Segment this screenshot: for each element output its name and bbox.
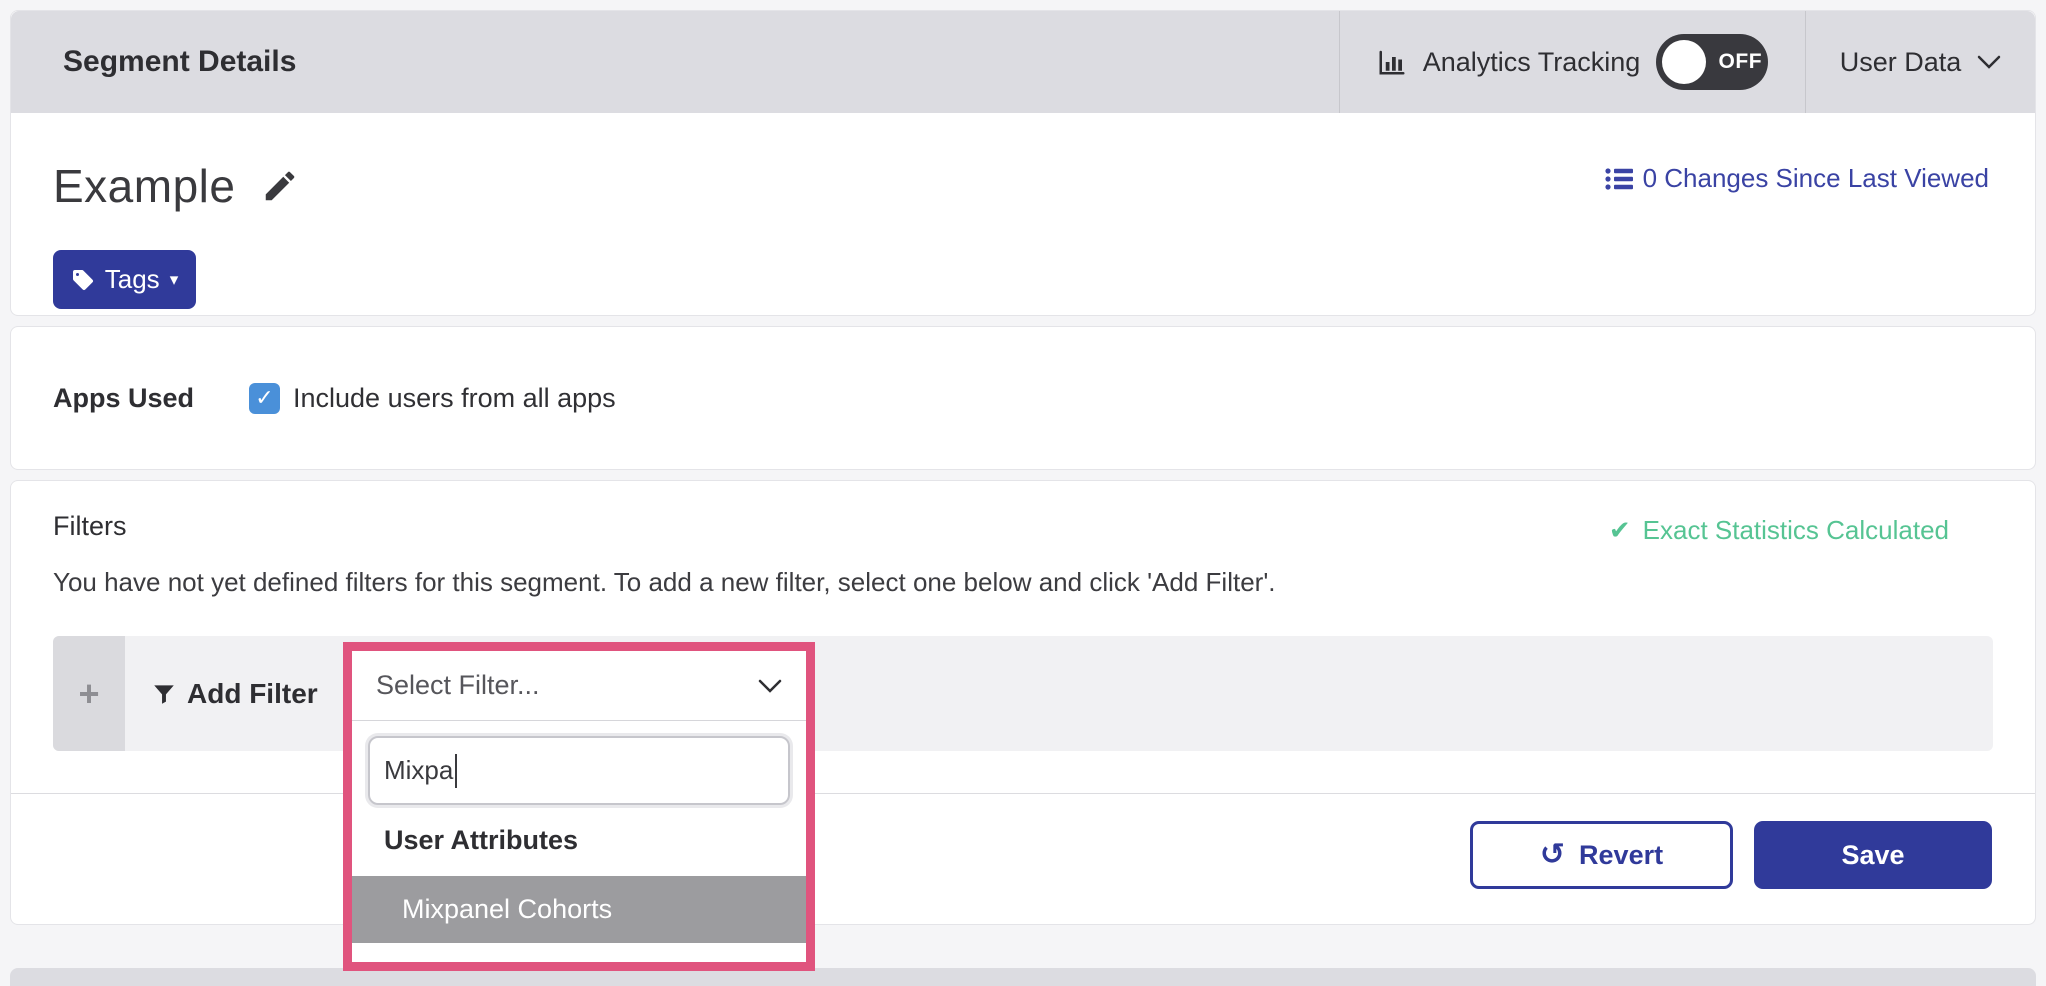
- chart-bar-icon: [1377, 47, 1407, 77]
- segment-details-page: Segment Details Analytics Tracking OFF: [0, 0, 2046, 986]
- toggle-knob: [1662, 40, 1706, 84]
- caret-down-icon: ▾: [170, 271, 179, 288]
- filter-funnel-icon: [151, 681, 177, 707]
- filters-empty-text: You have not yet defined filters for thi…: [53, 567, 1276, 598]
- apps-used-label: Apps Used: [53, 383, 249, 414]
- filter-select-control[interactable]: Select Filter...: [352, 651, 806, 721]
- filters-card: Filters ✔ Exact Statistics Calculated Yo…: [10, 480, 2036, 925]
- segment-name: Example: [53, 159, 235, 213]
- undo-icon: ↺: [1540, 840, 1565, 870]
- plus-icon: +: [78, 673, 99, 715]
- add-filter-label: Add Filter: [187, 678, 318, 710]
- revert-button-label: Revert: [1579, 840, 1663, 871]
- chevron-down-icon: [1977, 55, 2001, 69]
- analytics-tracking-control: Analytics Tracking OFF: [1339, 11, 1805, 113]
- changes-since-last-viewed-link[interactable]: 0 Changes Since Last Viewed: [1605, 163, 1989, 194]
- analytics-tracking-label: Analytics Tracking: [1423, 47, 1641, 78]
- text-cursor: [455, 754, 457, 788]
- toggle-state-label: OFF: [1716, 50, 1764, 74]
- page-header-bar: Segment Details Analytics Tracking OFF: [11, 11, 2035, 113]
- check-icon: ✔: [1609, 515, 1631, 546]
- filters-heading: Filters: [53, 511, 127, 542]
- dropdown-option-label: Mixpanel Cohorts: [402, 894, 612, 925]
- filter-select-dropdown: Select Filter... Mixpa User Attributes M…: [352, 651, 806, 962]
- revert-button[interactable]: ↺ Revert: [1470, 821, 1733, 889]
- list-icon: [1605, 167, 1633, 191]
- exact-statistics-label: Exact Statistics Calculated: [1643, 515, 1949, 546]
- include-all-apps-label: Include users from all apps: [293, 383, 616, 414]
- add-filter-plus-button[interactable]: +: [53, 636, 125, 751]
- pencil-icon[interactable]: [261, 167, 299, 205]
- footer-divider: [11, 793, 2035, 794]
- filter-search-value: Mixpa: [384, 755, 453, 786]
- annotation-highlight-box: Select Filter... Mixpa User Attributes M…: [343, 642, 815, 971]
- tags-button[interactable]: Tags ▾: [53, 250, 196, 309]
- checkmark-icon: ✓: [255, 385, 273, 411]
- exact-statistics-status: ✔ Exact Statistics Calculated: [1609, 515, 1949, 546]
- page-title: Segment Details: [11, 11, 1339, 113]
- filter-select-placeholder: Select Filter...: [376, 670, 540, 701]
- tag-icon: [71, 268, 95, 292]
- add-filter-label-block: Add Filter: [151, 636, 318, 751]
- analytics-tracking-toggle[interactable]: OFF: [1656, 34, 1768, 90]
- changes-link-label: 0 Changes Since Last Viewed: [1643, 163, 1989, 194]
- segment-name-block: Example: [53, 159, 299, 213]
- save-button[interactable]: Save: [1754, 821, 1992, 889]
- apps-used-card: Apps Used ✓ Include users from all apps: [10, 326, 2036, 470]
- user-data-dropdown[interactable]: User Data: [1805, 11, 2035, 113]
- include-all-apps-checkbox[interactable]: ✓: [249, 383, 280, 414]
- user-data-label: User Data: [1840, 47, 1962, 78]
- dropdown-option-mixpanel-cohorts[interactable]: Mixpanel Cohorts: [352, 876, 806, 943]
- segment-header-card: Segment Details Analytics Tracking OFF: [10, 10, 2036, 316]
- save-button-label: Save: [1841, 840, 1904, 871]
- chevron-down-icon: [758, 679, 782, 693]
- tags-button-label: Tags: [105, 264, 160, 295]
- filter-search-input[interactable]: Mixpa: [368, 736, 790, 805]
- next-section-header-strip: [10, 968, 2036, 986]
- dropdown-group-label: User Attributes: [352, 820, 806, 860]
